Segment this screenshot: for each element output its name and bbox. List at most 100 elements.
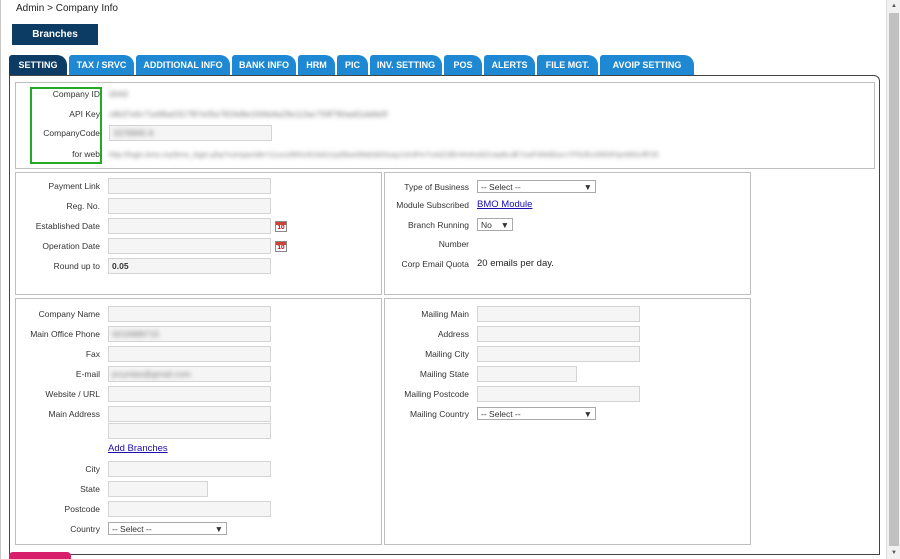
tab-bank-info[interactable]: BANK INFO	[232, 55, 296, 75]
tab-hrm[interactable]: HRM	[298, 55, 335, 75]
state-row: State	[16, 481, 208, 497]
dropdown-arrow-icon: ▼	[583, 181, 592, 192]
module-row: Module Subscribed BMO Module	[385, 199, 532, 210]
main-office-phone-input[interactable]: 0019988715	[108, 326, 271, 342]
bmo-module-link[interactable]: BMO Module	[477, 199, 532, 210]
branch-running-label: Branch Running	[408, 219, 469, 230]
fax-row: Fax	[16, 346, 271, 362]
main-office-phone-label: Main Office Phone	[30, 329, 100, 339]
email-input[interactable]: jncyntas@gmail.com	[108, 366, 271, 382]
reg-no-row: Reg. No.	[16, 198, 271, 214]
mailing-country-select[interactable]: -- Select -- ▼	[477, 407, 596, 420]
tab-tax-srvc[interactable]: TAX / SRVC	[69, 55, 134, 75]
mailing-main-input[interactable]	[477, 306, 640, 322]
contact-box: Company Name Main Office Phone 001998871…	[15, 298, 382, 545]
phone-value: 0019988715	[112, 329, 160, 339]
website-label: Website / URL	[45, 389, 100, 399]
established-date-row: Established Date 10	[16, 218, 287, 234]
corp-email-quota-label: Corp Email Quota	[401, 258, 469, 269]
business-box: Type of Business -- Select -- ▼ Module S…	[384, 172, 751, 295]
main-address-input-1[interactable]	[108, 406, 271, 422]
mailing-postcode-input[interactable]	[477, 386, 640, 402]
calendar-icon[interactable]: 10	[275, 240, 287, 252]
company-info-box: Company ID 0043 API Key c8b37e6c71e6fba0…	[15, 82, 875, 169]
mailing-country-row: Mailing Country -- Select -- ▼	[385, 407, 596, 420]
for-web-value: http://login.bmo.my/bmo_login.php?compan…	[109, 149, 659, 159]
tab-avoip-setting[interactable]: AVOIP SETTING	[600, 55, 694, 75]
branches-button[interactable]: Branches	[12, 24, 98, 45]
tab-setting[interactable]: SETTING	[9, 55, 67, 75]
fax-input[interactable]	[108, 346, 271, 362]
tab-file-mgt[interactable]: FILE MGT.	[537, 55, 598, 75]
city-input[interactable]	[108, 461, 271, 477]
api-key-value: c8b37e6c71e6fba0317f97e05e7824d9e1006d4a…	[109, 109, 388, 119]
scroll-down-icon[interactable]: ▼	[887, 547, 900, 559]
email-value: jncyntas@gmail.com	[112, 369, 191, 379]
reg-no-input[interactable]	[108, 198, 271, 214]
company-id-value: 0043	[109, 89, 128, 99]
email-label: E-mail	[75, 369, 100, 379]
breadcrumb: Admin > Company Info	[16, 3, 118, 14]
country-select[interactable]: -- Select -- ▼	[108, 522, 227, 535]
mailing-state-input[interactable]	[477, 366, 577, 382]
mailing-city-row: Mailing City	[385, 346, 640, 362]
select-value: -- Select --	[112, 523, 152, 534]
scroll-up-icon[interactable]: ▲	[887, 0, 900, 12]
mailing-country-label: Mailing Country	[409, 408, 469, 419]
address-input[interactable]	[477, 326, 640, 342]
main-address-input-2[interactable]	[108, 423, 271, 439]
mailing-city-input[interactable]	[477, 346, 640, 362]
bottom-action-button[interactable]	[9, 552, 71, 559]
main-address-label: Main Address	[48, 409, 101, 419]
quota-value: 20 emails per day.	[477, 258, 554, 269]
scrollbar-thumb[interactable]	[889, 13, 899, 546]
tab-bar: SETTING TAX / SRVC ADDITIONAL INFO BANK …	[9, 55, 694, 75]
type-of-business-label: Type of Business	[404, 181, 469, 192]
city-row: City	[16, 461, 271, 477]
type-of-business-select[interactable]: -- Select -- ▼	[477, 180, 596, 193]
add-branches-link[interactable]: Add Branches	[108, 443, 168, 454]
number-label: Number	[438, 239, 469, 249]
email-row: E-mail jncyntas@gmail.com	[16, 366, 271, 382]
tab-alerts[interactable]: ALERTS	[484, 55, 535, 75]
select-value: No	[481, 219, 492, 230]
company-name-label: Company Name	[38, 309, 100, 319]
branch-running-select[interactable]: No ▼	[477, 218, 513, 231]
dropdown-arrow-icon: ▼	[583, 408, 592, 419]
round-up-input[interactable]: 0.05	[108, 258, 271, 274]
mailing-postcode-label: Mailing Postcode	[404, 389, 469, 399]
company-id-row: Company ID 0043	[32, 89, 128, 99]
for-web-row: for web http://login.bmo.my/bmo_login.ph…	[32, 149, 799, 159]
company-id-label: Company ID	[52, 89, 100, 99]
payment-link-input[interactable]	[108, 178, 271, 194]
tab-inv-setting[interactable]: INV. SETTING	[370, 55, 442, 75]
vertical-scrollbar[interactable]: ▲ ▼	[886, 0, 900, 559]
tab-pos[interactable]: POS	[444, 55, 482, 75]
address-row: Address	[385, 326, 640, 342]
city-label: City	[85, 464, 100, 474]
postcode-input[interactable]	[108, 501, 271, 517]
established-date-input[interactable]	[108, 218, 271, 234]
module-subscribed-label: Module Subscribed	[396, 199, 469, 210]
state-input[interactable]	[108, 481, 208, 497]
company-code-field[interactable]: 3378995 8	[109, 125, 272, 141]
branch-running-row: Branch Running No ▼	[385, 218, 513, 231]
mailing-main-label: Mailing Main	[421, 309, 469, 319]
api-key-label: API Key	[69, 109, 100, 119]
email-quota-row: Corp Email Quota 20 emails per day.	[385, 258, 554, 269]
reg-no-label: Reg. No.	[66, 201, 100, 211]
address-label: Address	[437, 329, 469, 339]
operation-date-row: Operation Date 10	[16, 238, 287, 254]
main-address-row: Main Address	[16, 406, 271, 422]
for-web-label: for web	[72, 149, 100, 159]
website-row: Website / URL	[16, 386, 271, 402]
company-name-input[interactable]	[108, 306, 271, 322]
tab-additional-info[interactable]: ADDITIONAL INFO	[136, 55, 230, 75]
website-input[interactable]	[108, 386, 271, 402]
tab-pic[interactable]: PIC	[337, 55, 368, 75]
state-label: State	[80, 484, 100, 494]
mailing-box: Mailing Main Address Mailing City Mailin…	[384, 298, 751, 545]
settings-panel: Company ID 0043 API Key c8b37e6c71e6fba0…	[9, 75, 880, 555]
calendar-icon[interactable]: 10	[275, 220, 287, 232]
operation-date-input[interactable]	[108, 238, 271, 254]
